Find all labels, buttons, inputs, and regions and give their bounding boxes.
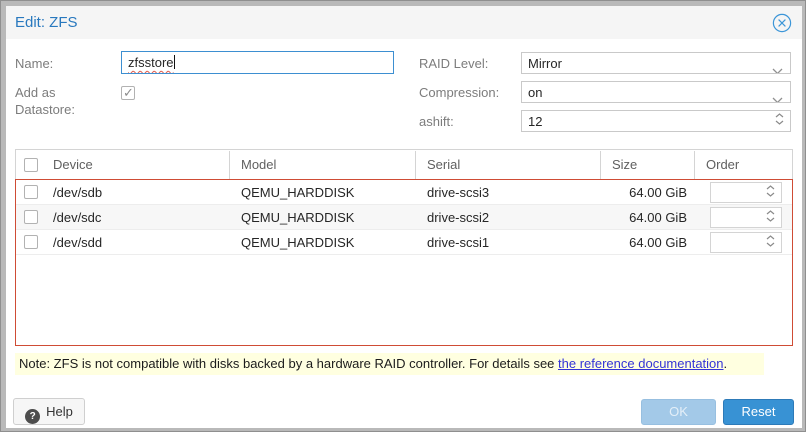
col-header-order[interactable]: Order: [695, 151, 792, 179]
table-row[interactable]: /dev/sdb QEMU_HARDDISK drive-scsi3 64.00…: [16, 180, 792, 205]
row-checkbox[interactable]: [24, 210, 38, 224]
ok-button[interactable]: OK: [641, 399, 716, 425]
compression-label: Compression:: [419, 84, 499, 101]
name-input[interactable]: zfsstore: [121, 51, 394, 74]
select-all-checkbox[interactable]: [24, 158, 38, 172]
col-header-model[interactable]: Model: [230, 151, 416, 179]
help-icon: ?: [25, 409, 40, 424]
compression-value: on: [528, 85, 542, 100]
row-checkbox-cell: [16, 230, 42, 255]
zfs-note: Note: ZFS is not compatible with disks b…: [15, 353, 764, 375]
cell-order: [695, 207, 794, 228]
cell-order: [695, 182, 794, 203]
text-caret: [174, 55, 175, 69]
note-suffix: .: [724, 356, 728, 371]
cell-serial: drive-scsi1: [416, 235, 601, 250]
spinner-arrows-icon[interactable]: [766, 235, 775, 247]
close-icon[interactable]: [772, 13, 792, 33]
raid-level-select[interactable]: Mirror: [521, 52, 791, 74]
row-checkbox[interactable]: [24, 235, 38, 249]
window-frame: Edit: ZFS Name: zfsstore Add as Datastor…: [0, 0, 806, 432]
cell-device: /dev/sdb: [42, 185, 230, 200]
table-row[interactable]: /dev/sdc QEMU_HARDDISK drive-scsi2 64.00…: [16, 205, 792, 230]
reset-button[interactable]: Reset: [723, 399, 794, 425]
cell-size: 64.00 GiB: [601, 235, 695, 250]
col-header-device[interactable]: Device: [42, 151, 230, 179]
name-label: Name:: [15, 55, 53, 72]
ashift-spinner[interactable]: 12: [521, 110, 791, 132]
order-spinner[interactable]: [710, 232, 782, 253]
dialog-header: Edit: ZFS: [6, 6, 802, 39]
row-checkbox[interactable]: [24, 185, 38, 199]
reference-documentation-link[interactable]: the reference documentation: [558, 356, 724, 371]
compression-select[interactable]: on: [521, 81, 791, 103]
col-header-size[interactable]: Size: [601, 151, 695, 179]
cell-serial: drive-scsi3: [416, 185, 601, 200]
cell-serial: drive-scsi2: [416, 210, 601, 225]
help-button-label: Help: [46, 404, 73, 419]
check-icon: ✓: [123, 85, 134, 101]
row-checkbox-cell: [16, 180, 42, 205]
spinner-arrows-icon[interactable]: [775, 113, 784, 125]
cell-device: /dev/sdc: [42, 210, 230, 225]
cell-device: /dev/sdd: [42, 235, 230, 250]
name-input-value: zfsstore: [128, 55, 174, 70]
add-datastore-checkbox[interactable]: ✓: [121, 86, 135, 100]
cell-model: QEMU_HARDDISK: [230, 185, 416, 200]
order-spinner[interactable]: [710, 207, 782, 228]
note-text: Note: ZFS is not compatible with disks b…: [19, 356, 558, 371]
spinner-arrows-icon[interactable]: [766, 185, 775, 197]
header-checkbox-cell: [16, 151, 42, 179]
order-spinner[interactable]: [710, 182, 782, 203]
disk-table-header: Device Model Serial Size Order: [15, 149, 793, 179]
ashift-label: ashift:: [419, 113, 454, 130]
col-header-serial[interactable]: Serial: [416, 151, 601, 179]
raid-level-label: RAID Level:: [419, 55, 488, 72]
ashift-value: 12: [528, 114, 542, 129]
chevron-down-icon[interactable]: [772, 60, 783, 74]
spinner-arrows-icon[interactable]: [766, 210, 775, 222]
cell-model: QEMU_HARDDISK: [230, 210, 416, 225]
cell-model: QEMU_HARDDISK: [230, 235, 416, 250]
cell-size: 64.00 GiB: [601, 185, 695, 200]
raid-level-value: Mirror: [528, 56, 562, 71]
add-datastore-label: Add as Datastore:: [15, 84, 110, 118]
dialog-title: Edit: ZFS: [15, 14, 78, 31]
edit-zfs-dialog: Edit: ZFS Name: zfsstore Add as Datastor…: [6, 6, 802, 428]
cell-order: [695, 232, 794, 253]
table-row[interactable]: /dev/sdd QEMU_HARDDISK drive-scsi1 64.00…: [16, 230, 792, 255]
disk-table-body: /dev/sdb QEMU_HARDDISK drive-scsi3 64.00…: [15, 179, 793, 346]
help-button[interactable]: ? Help: [13, 398, 85, 425]
cell-size: 64.00 GiB: [601, 210, 695, 225]
row-checkbox-cell: [16, 205, 42, 230]
chevron-down-icon[interactable]: [772, 89, 783, 103]
